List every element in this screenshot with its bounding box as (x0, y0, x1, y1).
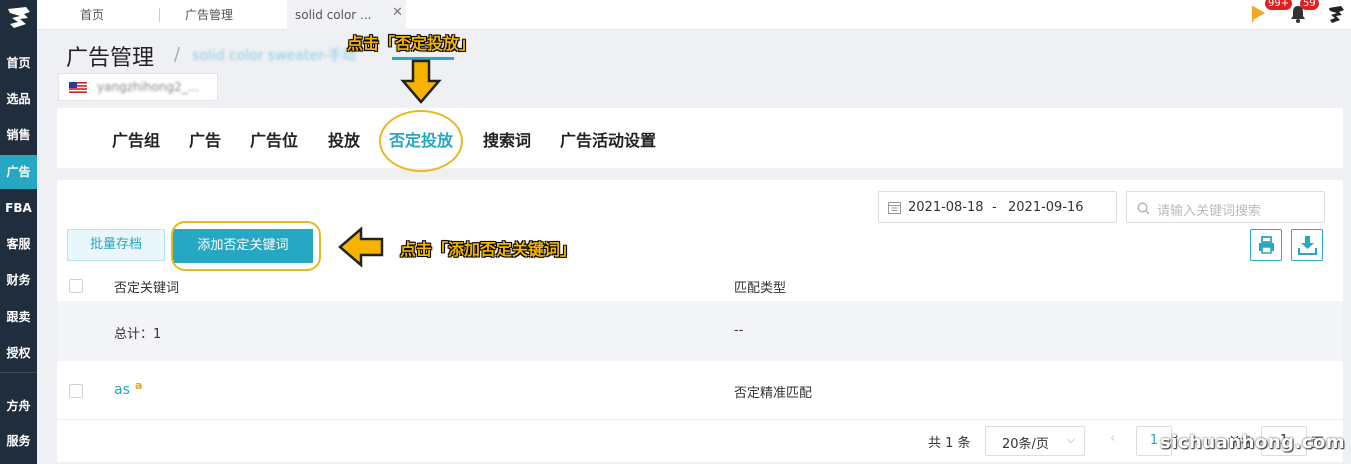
total-row (57, 301, 1343, 361)
column-header-match-type[interactable]: 匹配类型 (734, 277, 786, 296)
sidebar-item-auth[interactable]: 授权 (0, 336, 37, 370)
sidebar-item-selection[interactable]: 选品 (0, 82, 37, 116)
sidebar-item-service[interactable]: 客服 (0, 227, 37, 261)
download-icon (1298, 236, 1317, 255)
sidebar-item-services[interactable]: 服务 (0, 424, 37, 458)
row-checkbox[interactable] (69, 384, 83, 398)
us-flag-icon (69, 82, 87, 93)
search-icon (1137, 202, 1150, 215)
column-header-keyword[interactable]: 否定关键词 (114, 277, 179, 296)
page-title: 广告管理 (66, 46, 155, 71)
pagination-total: 共 1 条 (928, 436, 971, 451)
nav-tab-ads[interactable]: 广告 (189, 127, 221, 151)
ad-nav-tabs: 广告组 广告 广告位 投放 否定投放 搜索词 广告活动设置 (57, 108, 1343, 168)
sidebar-divider (0, 372, 37, 373)
watermark: sichuanhong.com (1160, 432, 1346, 453)
prev-page-icon[interactable]: ‹ (1110, 431, 1115, 446)
annotation-right: 点击「添加否定关键词」 (400, 240, 577, 259)
nav-tab-ad-groups[interactable]: 广告组 (112, 127, 160, 151)
amazon-icon: a (135, 379, 143, 392)
select-all-checkbox[interactable] (69, 279, 83, 293)
row-divider (57, 419, 1343, 420)
date-separator: - (992, 200, 997, 215)
calendar-icon (888, 202, 901, 214)
sidebar-item-ark[interactable]: 方舟 (0, 389, 37, 423)
arrow-left-icon (338, 226, 384, 268)
app-logo-icon[interactable] (6, 6, 32, 30)
search-input[interactable]: 请输入关键词搜索 (1157, 200, 1261, 219)
date-end: 2021-09-16 (1008, 200, 1084, 215)
tab-bar: 首页 广告管理 solid color ... ✕ 99+ 59 (37, 0, 1351, 30)
highlight-circle-nav (379, 110, 463, 172)
sidebar: 首页 选品 销售 广告 FBA 客服 财务 跟卖 授权 方舟 服务 (0, 0, 37, 464)
breadcrumb-separator: / (174, 44, 181, 65)
total-match-type: -- (734, 323, 744, 338)
keyword-search[interactable]: 请输入关键词搜索 (1126, 191, 1325, 223)
sidebar-item-home[interactable]: 首页 (0, 46, 37, 80)
total-label: 总计：1 (114, 327, 162, 342)
sidebar-item-ads[interactable]: 广告 (0, 155, 37, 189)
date-range-picker[interactable]: 2021-08-18 - 2021-09-16 (878, 191, 1117, 223)
sidebar-item-sales[interactable]: 销售 (0, 118, 37, 152)
page-size-select[interactable]: 20条/页 ⌵ (985, 426, 1085, 456)
tab-separator (159, 8, 160, 22)
tab-campaign[interactable]: solid color ... (287, 0, 406, 30)
batch-archive-button[interactable]: 批量存档 (67, 229, 165, 261)
arrow-down-icon (400, 59, 442, 104)
highlight-circle-add (171, 221, 321, 271)
download-button[interactable] (1291, 229, 1323, 261)
nav-tab-placements[interactable]: 广告位 (250, 127, 298, 151)
tab-home[interactable]: 首页 (80, 0, 104, 30)
nav-tab-search-terms[interactable]: 搜索词 (483, 127, 531, 151)
nav-tab-targeting[interactable]: 投放 (328, 127, 360, 151)
date-start: 2021-08-18 (908, 200, 984, 215)
tab-ad-management[interactable]: 广告管理 (185, 0, 233, 30)
bell-badge: 59 (1300, 0, 1319, 10)
account-name: yangzhihong2_... (97, 80, 200, 94)
flag-icon[interactable] (1250, 4, 1266, 24)
flag-badge: 99+ (1265, 0, 1293, 10)
nav-tab-campaign-settings[interactable]: 广告活动设置 (560, 127, 656, 151)
page-size-value: 20条/页 (1002, 437, 1049, 452)
account-selector[interactable]: yangzhihong2_... (58, 73, 218, 101)
sidebar-item-follow[interactable]: 跟卖 (0, 300, 37, 334)
breadcrumb[interactable]: solid color sweater-手动 (192, 45, 356, 65)
row-match-type: 否定精准匹配 (734, 386, 813, 401)
print-button[interactable] (1250, 229, 1282, 261)
chevron-down-icon: ⌵ (1066, 433, 1075, 446)
keyword-link[interactable]: as (114, 382, 130, 398)
annotation-top: 点击「否定投放」 (347, 34, 476, 53)
sidebar-item-finance[interactable]: 财务 (0, 263, 37, 297)
avatar-icon[interactable] (1327, 5, 1345, 25)
print-icon (1259, 236, 1274, 254)
sidebar-item-fba[interactable]: FBA (0, 191, 37, 225)
tab-close-icon[interactable]: ✕ (392, 5, 403, 20)
